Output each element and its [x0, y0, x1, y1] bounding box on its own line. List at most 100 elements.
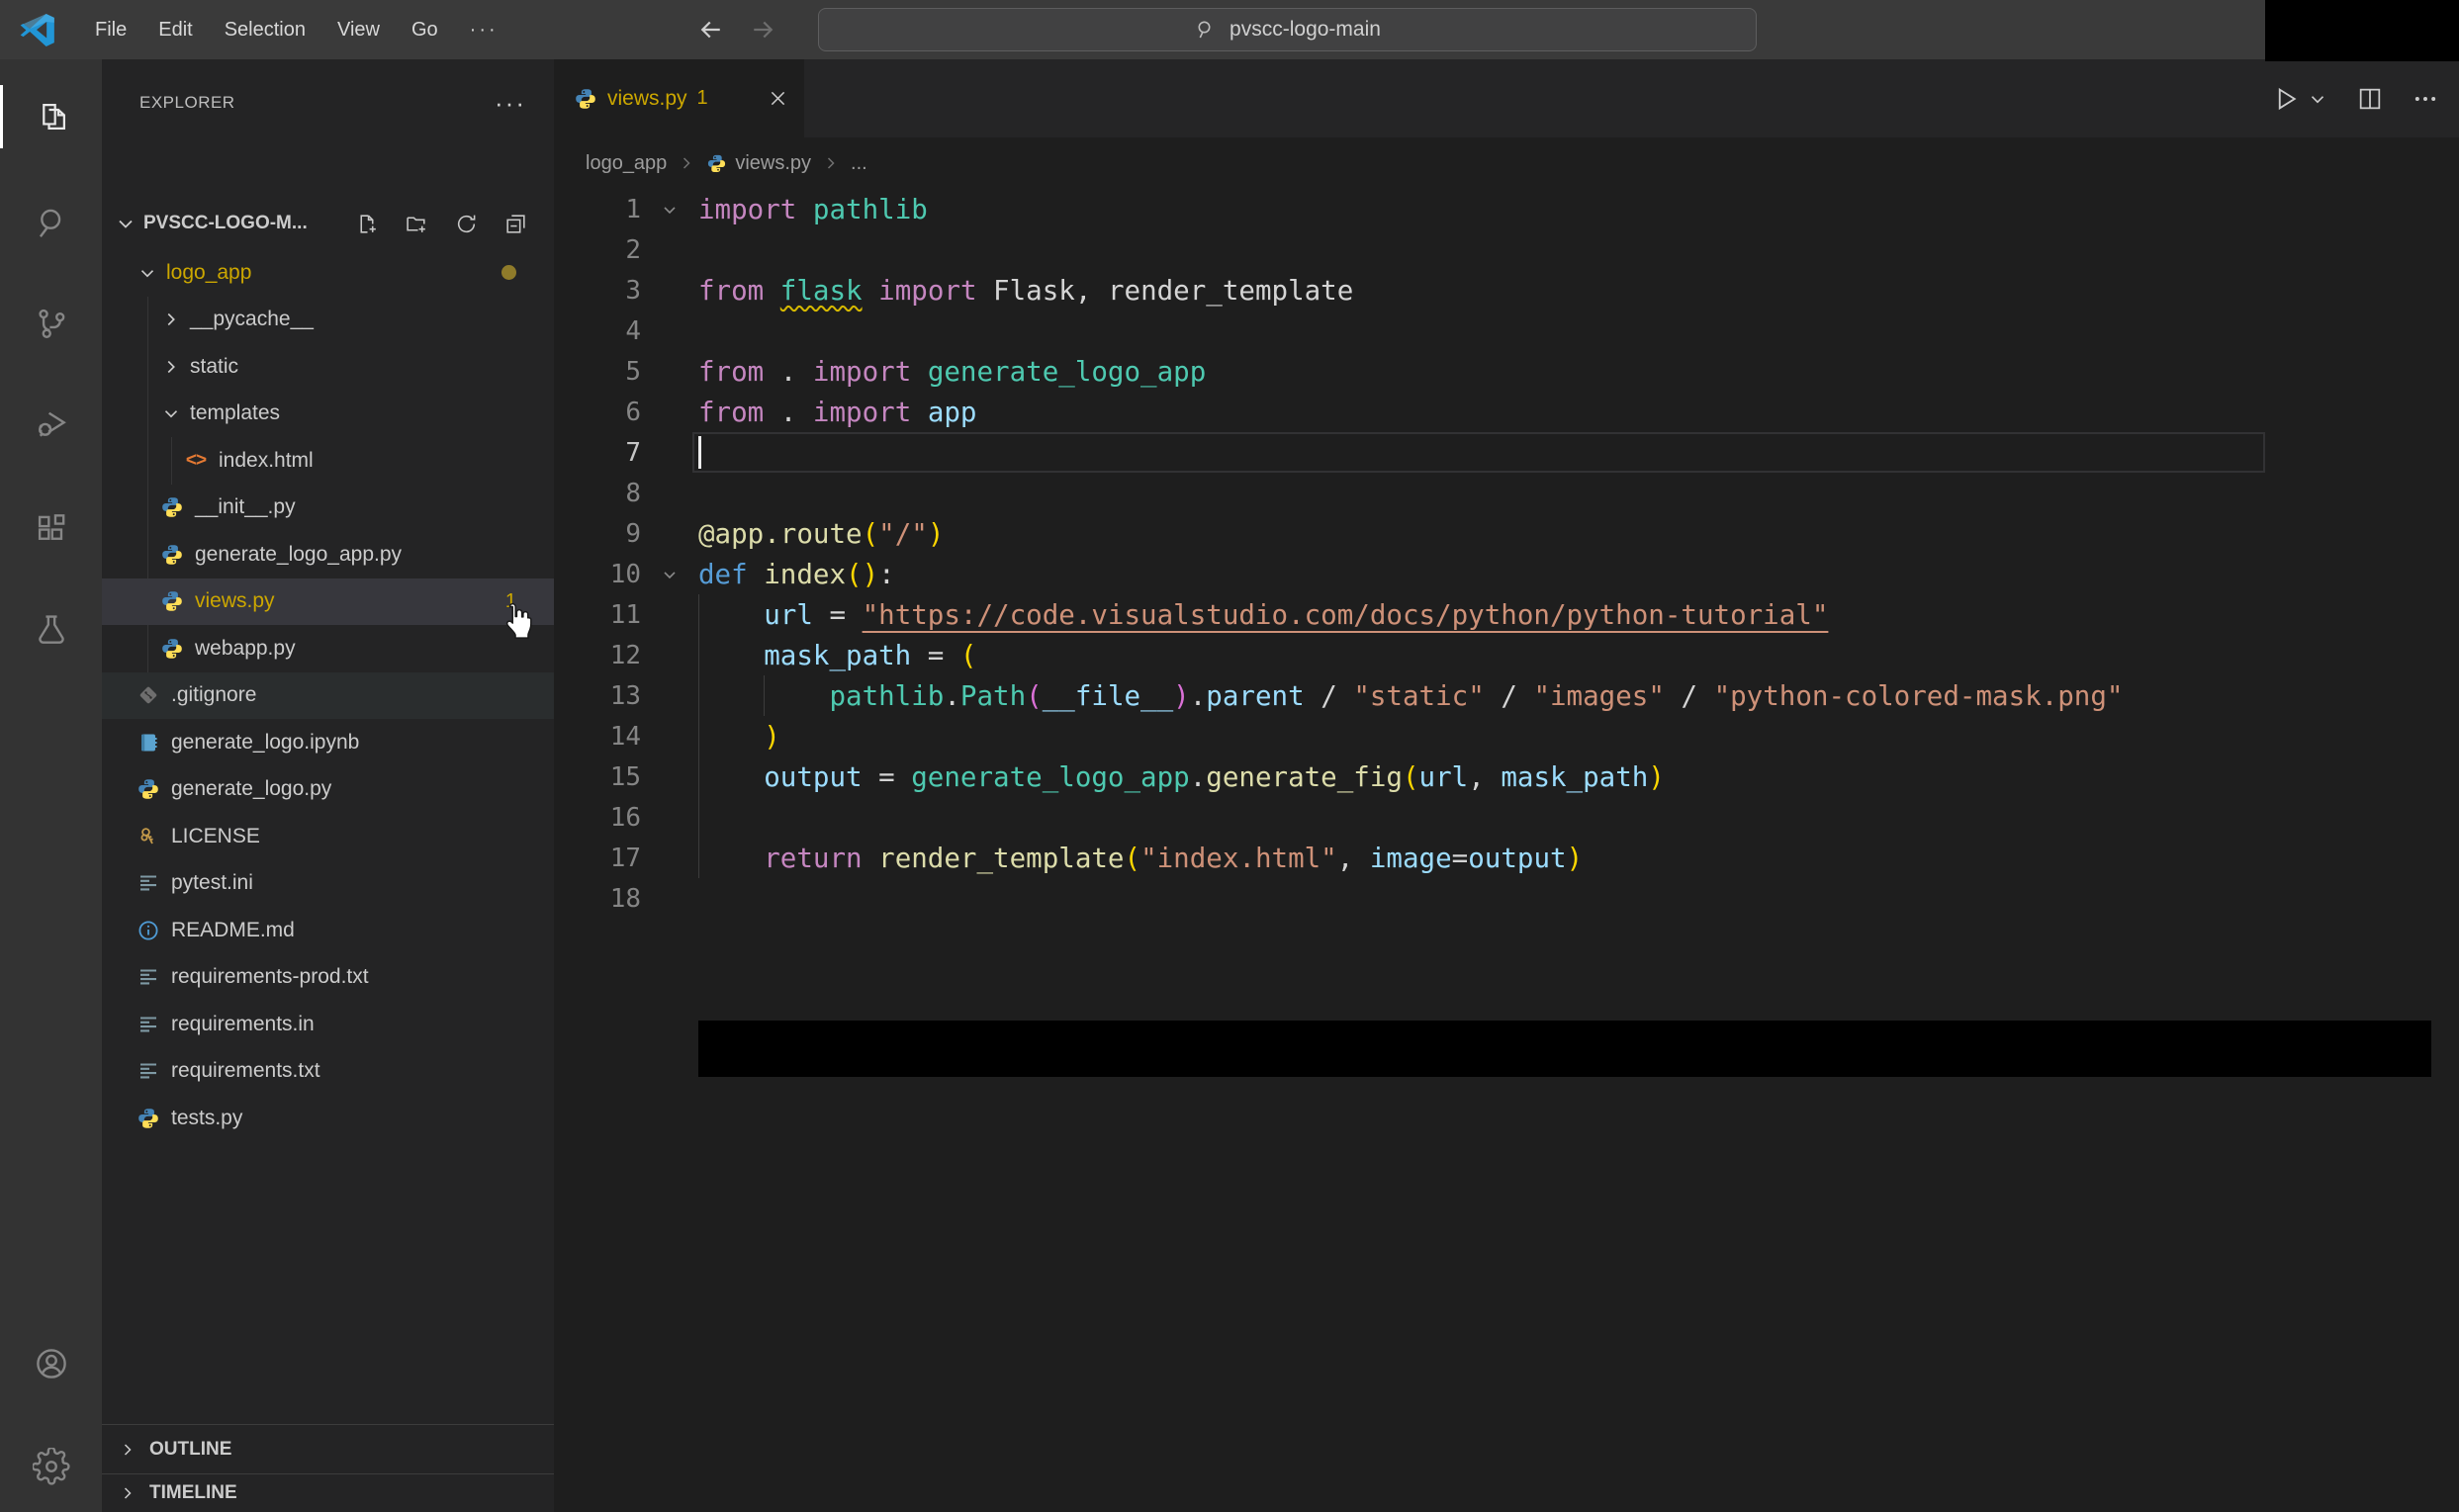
tree-file-requirements-in[interactable]: requirements.in	[102, 1001, 554, 1048]
menu-view[interactable]: View	[321, 0, 396, 59]
tree-file-requirements-prod-txt[interactable]: requirements-prod.txt	[102, 954, 554, 1002]
refresh-icon[interactable]	[454, 212, 479, 236]
code-text: )	[764, 720, 780, 753]
python-file-icon	[159, 494, 185, 520]
section-outline[interactable]: OUTLINE	[102, 1424, 554, 1473]
code-line-13[interactable]: 13 pathlib.Path(__file__).parent / "stat…	[554, 675, 2459, 716]
line-number: 3	[625, 275, 641, 306]
tree-item-label: static	[190, 354, 239, 378]
python-file-icon	[159, 542, 185, 568]
source-control-icon[interactable]	[0, 292, 102, 355]
code-line-8[interactable]: 8	[554, 473, 2459, 513]
workspace-root-label: PVSCC-LOGO-M...	[143, 213, 308, 233]
chevron-down-icon	[136, 262, 159, 284]
code-line-2[interactable]: 2	[554, 229, 2459, 270]
code-line-17[interactable]: 17 return render_template("index.html", …	[554, 838, 2459, 878]
tree-item-label: LICENSE	[171, 824, 260, 847]
code-line-11[interactable]: 11 url = "https://code.visualstudio.com/…	[554, 594, 2459, 635]
breadcrumb-item[interactable]: logo_app	[586, 152, 667, 175]
breadcrumb-label: logo_app	[586, 151, 668, 174]
explorer-more-actions-icon[interactable]: ···	[495, 88, 526, 119]
account-icon[interactable]	[0, 1332, 102, 1395]
tree-file-readme-md[interactable]: README.md	[102, 907, 554, 954]
editor-group: views.py 1 logo_app views.py ... 1 impor…	[554, 59, 2459, 1512]
code-line-16[interactable]: 16	[554, 797, 2459, 838]
html-file-icon: <>	[185, 449, 207, 471]
activity-bar	[0, 59, 102, 1512]
breadcrumb-item[interactable]: views.py	[706, 152, 811, 175]
tree-file-license[interactable]: LICENSE	[102, 813, 554, 860]
tree-folder--pycache-[interactable]: __pycache__	[102, 297, 554, 344]
tree-file--gitignore[interactable]: .gitignore	[102, 671, 554, 719]
tree-file-webapp-py[interactable]: webapp.py	[102, 625, 554, 672]
chevron-down-icon	[114, 212, 137, 235]
tree-item-label: generate_logo.ipynb	[171, 730, 360, 754]
close-icon[interactable]	[768, 88, 788, 109]
navigate-back-icon[interactable]	[696, 0, 726, 59]
split-editor-icon[interactable]	[2356, 85, 2384, 113]
menu-file[interactable]: File	[79, 0, 142, 59]
tree-folder-logo-app[interactable]: logo_app	[102, 249, 554, 297]
menu-selection[interactable]: Selection	[209, 0, 321, 59]
chevron-right-icon	[159, 356, 183, 378]
run-debug-icon[interactable]	[0, 392, 102, 455]
list-file-icon	[136, 1012, 161, 1037]
code-text: mask_path = (	[764, 639, 977, 671]
tree-item-label: .gitignore	[171, 683, 257, 707]
breadcrumb-separator-icon	[677, 153, 696, 173]
line-number: 2	[625, 234, 641, 265]
explorer-tab-files-icon[interactable]	[0, 85, 102, 148]
tree-file-tests-py[interactable]: tests.py	[102, 1095, 554, 1142]
code-text: url = "https://code.visualstudio.com/doc…	[764, 598, 1829, 631]
testing-beaker-icon[interactable]	[0, 598, 102, 662]
breadcrumb-label: ...	[851, 151, 867, 174]
run-button-icon[interactable]	[2271, 84, 2301, 114]
code-line-18[interactable]: 18	[554, 878, 2459, 919]
code-line-12[interactable]: 12 mask_path = (	[554, 635, 2459, 675]
tree-folder-templates[interactable]: templates	[102, 391, 554, 438]
code-line-10[interactable]: 10 def index():	[554, 554, 2459, 594]
extensions-icon[interactable]	[0, 496, 102, 560]
code-line-14[interactable]: 14 )	[554, 716, 2459, 756]
command-center-search[interactable]: pvscc-logo-main	[818, 8, 1757, 51]
gear-icon[interactable]	[0, 1435, 102, 1498]
workspace-root-row[interactable]: PVSCC-LOGO-M...	[102, 199, 554, 248]
tree-file-index-html[interactable]: <> index.html	[102, 437, 554, 485]
collapse-all-icon[interactable]	[503, 212, 528, 236]
tree-item-label: templates	[190, 401, 281, 425]
fold-chevron-icon[interactable]	[641, 565, 698, 584]
tree-file-views-py[interactable]: views.py 1	[102, 578, 554, 625]
more-actions-icon[interactable]	[2412, 85, 2439, 113]
tree-file--init-py[interactable]: __init__.py	[102, 485, 554, 532]
new-file-icon[interactable]	[355, 212, 380, 236]
new-folder-icon[interactable]	[405, 212, 429, 236]
navigate-forward-icon[interactable]	[748, 0, 777, 59]
breadcrumb-item[interactable]: ...	[851, 152, 867, 175]
menu-overflow-icon[interactable]: ···	[454, 0, 514, 59]
tree-file-requirements-txt[interactable]: requirements.txt	[102, 1048, 554, 1096]
code-line-5[interactable]: 5 from . import generate_logo_app	[554, 351, 2459, 392]
code-line-4[interactable]: 4	[554, 311, 2459, 351]
tree-item-label: views.py	[195, 589, 275, 613]
tree-file-generate-logo-py[interactable]: generate_logo.py	[102, 766, 554, 814]
tree-file-generate-logo-ipynb[interactable]: generate_logo.ipynb	[102, 719, 554, 766]
code-editor[interactable]: 1 import pathlib 2 3 from flask import Flask…	[554, 189, 2459, 919]
tab-views-py[interactable]: views.py 1	[554, 59, 804, 137]
menu-edit[interactable]: Edit	[142, 0, 208, 59]
section-timeline[interactable]: TIMELINE	[102, 1473, 554, 1512]
code-line-3[interactable]: 3 from flask import Flask, render_templat…	[554, 270, 2459, 311]
tree-folder-static[interactable]: static	[102, 343, 554, 391]
code-line-15[interactable]: 15 output = generate_logo_app.generate_f…	[554, 756, 2459, 797]
code-line-1[interactable]: 1 import pathlib	[554, 189, 2459, 229]
code-text: pathlib.Path(__file__).parent / "static"…	[829, 679, 2124, 712]
code-line-9[interactable]: 9 @app.route("/")	[554, 513, 2459, 554]
file-tree: logo_app __pycache__static templates <> inde…	[102, 249, 554, 1142]
line-number: 13	[609, 680, 641, 711]
search-view-icon[interactable]	[0, 191, 102, 254]
tree-file-pytest-ini[interactable]: pytest.ini	[102, 860, 554, 908]
fold-chevron-icon[interactable]	[641, 200, 698, 220]
menu-go[interactable]: Go	[396, 0, 454, 59]
tree-file-generate-logo-app-py[interactable]: generate_logo_app.py	[102, 531, 554, 578]
code-line-6[interactable]: 6 from . import app	[554, 392, 2459, 432]
run-dropdown-chevron-icon[interactable]	[2307, 88, 2328, 110]
